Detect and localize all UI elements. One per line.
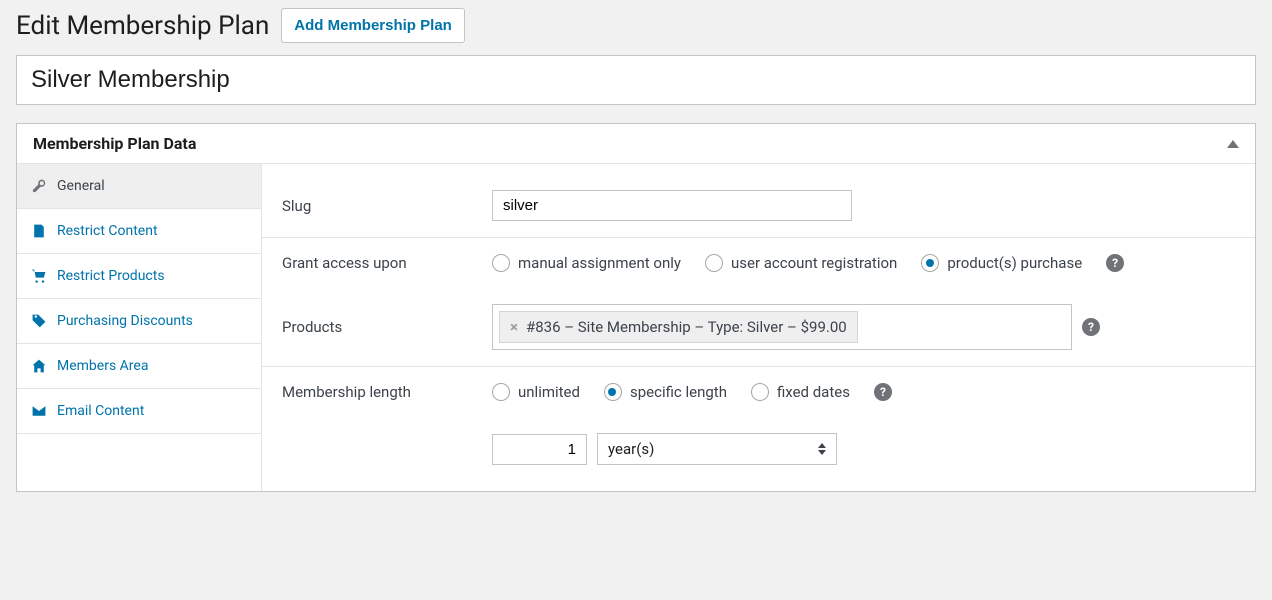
radio-icon (921, 254, 939, 272)
collapse-toggle-icon[interactable] (1227, 140, 1239, 148)
mail-icon (31, 403, 47, 419)
page-title: Edit Membership Plan (16, 11, 269, 41)
plan-data-panel: Membership Plan Data General Restrict Con… (16, 123, 1256, 492)
help-icon[interactable]: ? (874, 383, 892, 401)
token-remove-icon[interactable]: × (510, 318, 518, 336)
radio-label: unlimited (518, 383, 580, 401)
tab-content-general: Slug Grant access upon manual assignment… (262, 164, 1255, 491)
tab-restrict-products[interactable]: Restrict Products (17, 254, 261, 299)
tab-label: Restrict Products (57, 268, 165, 284)
grant-access-label: Grant access upon (282, 254, 492, 272)
products-token-input[interactable]: × #836 – Site Membership – Type: Silver –… (492, 304, 1072, 350)
radio-label: specific length (630, 383, 727, 401)
home-icon (31, 358, 47, 374)
products-label: Products (282, 318, 492, 336)
panel-title: Membership Plan Data (33, 134, 196, 153)
radio-label: product(s) purchase (947, 254, 1082, 272)
radio-icon (705, 254, 723, 272)
slug-label: Slug (282, 197, 492, 215)
grant-access-radio-register[interactable]: user account registration (705, 254, 897, 272)
product-token: × #836 – Site Membership – Type: Silver –… (499, 311, 858, 343)
length-radio-unlimited[interactable]: unlimited (492, 383, 580, 401)
grant-access-radio-purchase[interactable]: product(s) purchase (921, 254, 1082, 272)
length-label: Membership length (282, 383, 492, 401)
radio-label: manual assignment only (518, 254, 681, 272)
tab-label: Members Area (57, 358, 148, 374)
radio-label: user account registration (731, 254, 897, 272)
radio-icon (751, 383, 769, 401)
grant-access-radio-manual[interactable]: manual assignment only (492, 254, 681, 272)
wrench-icon (31, 178, 47, 194)
select-caret-icon (818, 443, 826, 455)
radio-icon (604, 383, 622, 401)
length-unit-value: year(s) (608, 440, 654, 458)
length-radio-specific[interactable]: specific length (604, 383, 727, 401)
length-radio-fixed[interactable]: fixed dates (751, 383, 850, 401)
tab-purchasing-discounts[interactable]: Purchasing Discounts (17, 299, 261, 344)
tab-email-content[interactable]: Email Content (17, 389, 261, 434)
token-label: #836 – Site Membership – Type: Silver – … (526, 318, 847, 336)
tab-label: Email Content (57, 403, 144, 419)
tab-label: Purchasing Discounts (57, 313, 193, 329)
help-icon[interactable]: ? (1082, 318, 1100, 336)
tab-label: General (57, 178, 105, 194)
radio-label: fixed dates (777, 383, 850, 401)
tab-label: Restrict Content (57, 223, 158, 239)
tab-members-area[interactable]: Members Area (17, 344, 261, 389)
plan-title-input[interactable] (16, 55, 1256, 105)
tab-restrict-content[interactable]: Restrict Content (17, 209, 261, 254)
slug-input[interactable] (492, 190, 852, 221)
radio-icon (492, 254, 510, 272)
tag-icon (31, 313, 47, 329)
cart-icon (31, 268, 47, 284)
radio-icon (492, 383, 510, 401)
length-unit-select[interactable]: year(s) (597, 433, 837, 465)
help-icon[interactable]: ? (1106, 254, 1124, 272)
doc-icon (31, 223, 47, 239)
length-number-input[interactable] (492, 434, 587, 465)
tab-general[interactable]: General (17, 164, 261, 209)
add-membership-plan-button[interactable]: Add Membership Plan (281, 8, 465, 43)
tab-list: General Restrict Content Restrict Products… (17, 164, 262, 491)
